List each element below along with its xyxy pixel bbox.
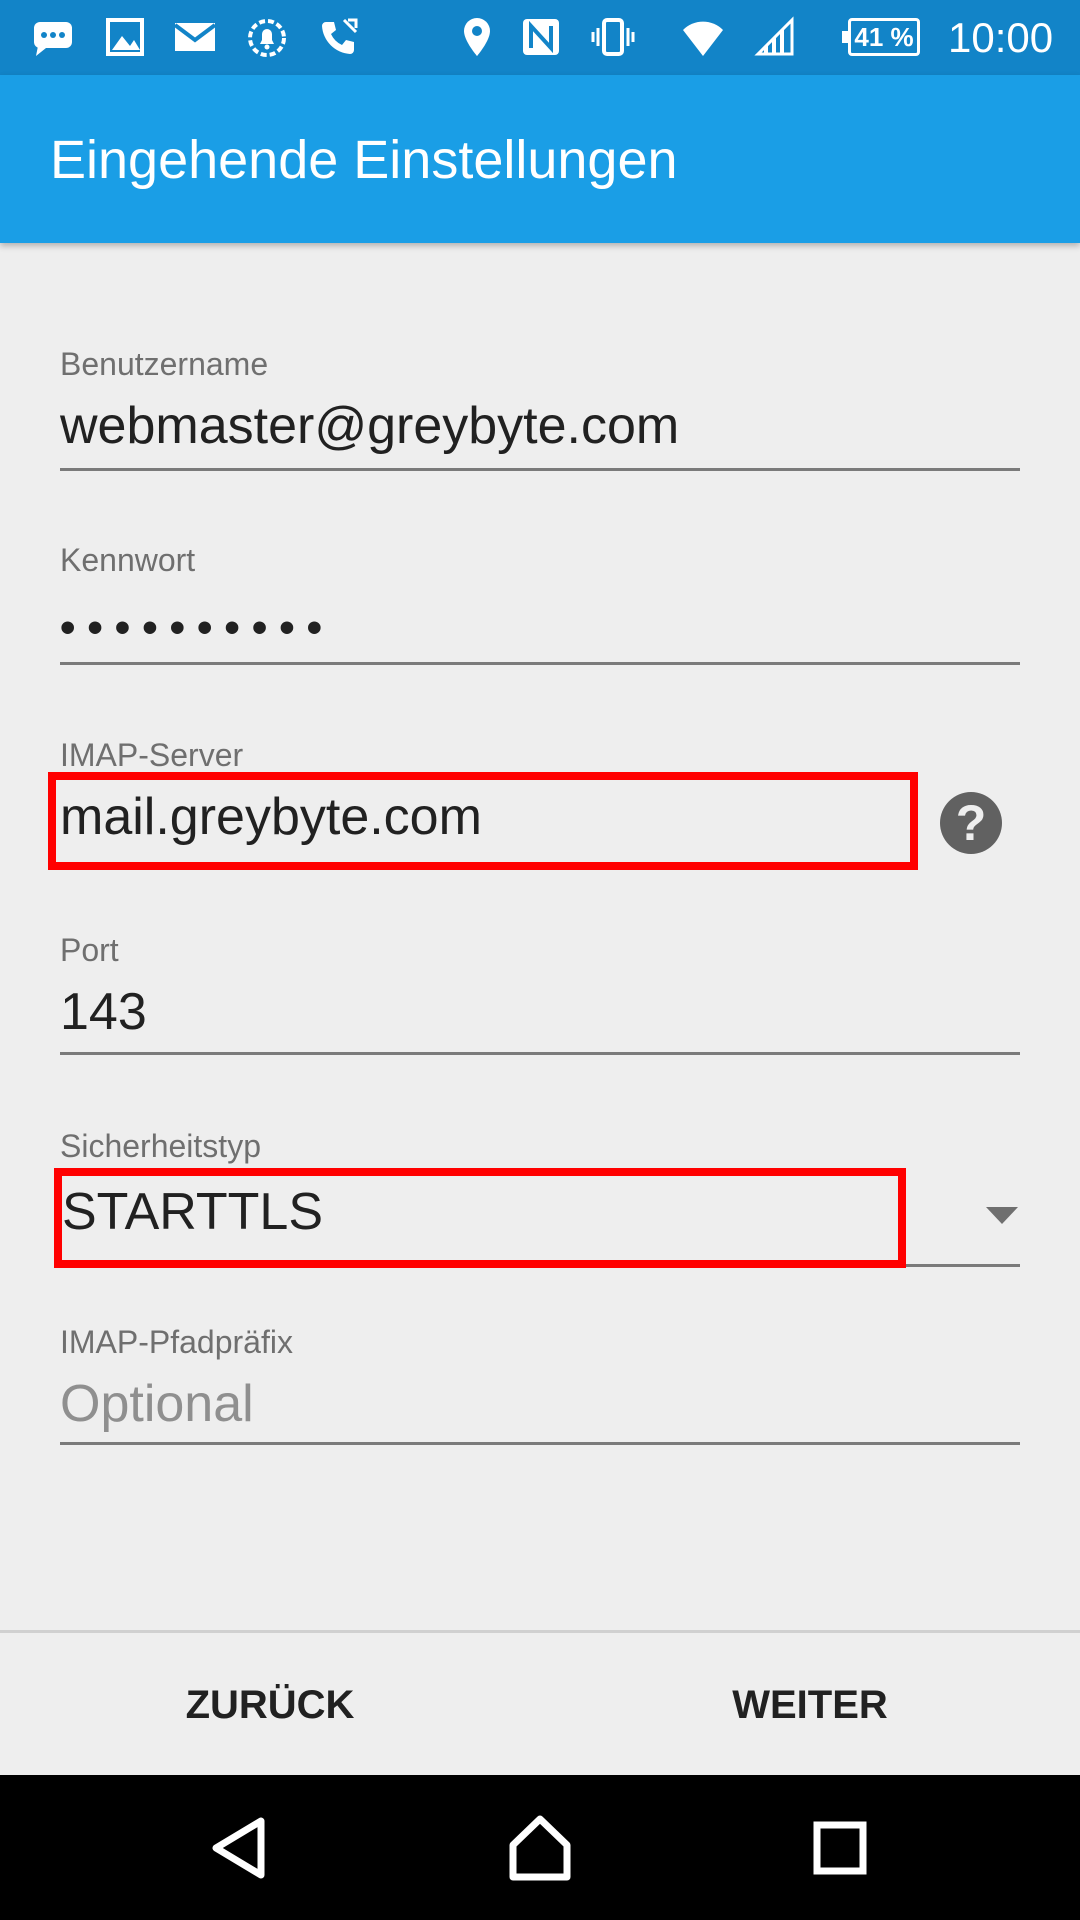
imap-server-highlight-box — [48, 772, 918, 870]
port-value[interactable]: 143 — [60, 980, 147, 1044]
imap-server-label: IMAP-Server — [60, 737, 244, 773]
port-field[interactable]: Port 143 — [60, 930, 1020, 1060]
recent-apps-nav-icon[interactable] — [805, 1813, 875, 1883]
help-icon[interactable]: ? — [940, 792, 1002, 854]
image-icon — [106, 18, 144, 56]
imap-path-prefix-input[interactable]: Optional — [60, 1372, 254, 1436]
imap-path-prefix-label: IMAP-Pfadpräfix — [60, 1324, 293, 1360]
username-label: Benutzername — [60, 346, 269, 382]
password-field[interactable]: Kennwort •••••••••• — [60, 540, 1020, 670]
username-underline — [60, 468, 1020, 471]
next-button[interactable]: WEITER — [660, 1670, 960, 1740]
back-button[interactable]: ZURÜCK — [120, 1670, 420, 1740]
username-field[interactable]: Benutzername webmaster@greybyte.com — [60, 344, 1020, 474]
password-underline — [60, 662, 1020, 665]
back-nav-icon[interactable] — [206, 1813, 276, 1883]
battery-indicator: 41 % — [842, 18, 920, 56]
dropdown-arrow-icon[interactable] — [986, 1207, 1018, 1224]
imap-path-prefix-field[interactable]: IMAP-Pfadpräfix Optional — [60, 1322, 1020, 1452]
home-nav-icon[interactable] — [505, 1813, 575, 1883]
password-value[interactable]: •••••••••• — [60, 596, 334, 660]
wifi-icon — [683, 21, 723, 56]
messages-icon — [34, 22, 72, 56]
button-bar-divider — [0, 1630, 1080, 1633]
vibrate-icon — [591, 18, 635, 56]
port-underline — [60, 1052, 1020, 1055]
mail-icon — [173, 23, 217, 51]
security-type-highlight-box — [54, 1168, 906, 1268]
security-type-label: Sicherheitstyp — [60, 1128, 261, 1164]
page-title: Eingehende Einstellungen — [50, 130, 678, 190]
imap-path-prefix-underline — [60, 1442, 1020, 1445]
nfc-icon — [523, 19, 559, 55]
navigation-bar — [0, 1775, 1080, 1920]
status-bar: 41 % 10:00 — [0, 0, 1080, 75]
username-value[interactable]: webmaster@greybyte.com — [60, 394, 679, 458]
port-label: Port — [60, 932, 119, 968]
app-bar: Eingehende Einstellungen — [0, 75, 1080, 243]
alarm-icon — [248, 19, 286, 57]
clock: 10:00 — [948, 14, 1054, 61]
location-icon — [464, 18, 490, 56]
signal-icon — [754, 16, 794, 56]
phone-call-icon — [322, 18, 358, 54]
password-label: Kennwort — [60, 542, 196, 578]
